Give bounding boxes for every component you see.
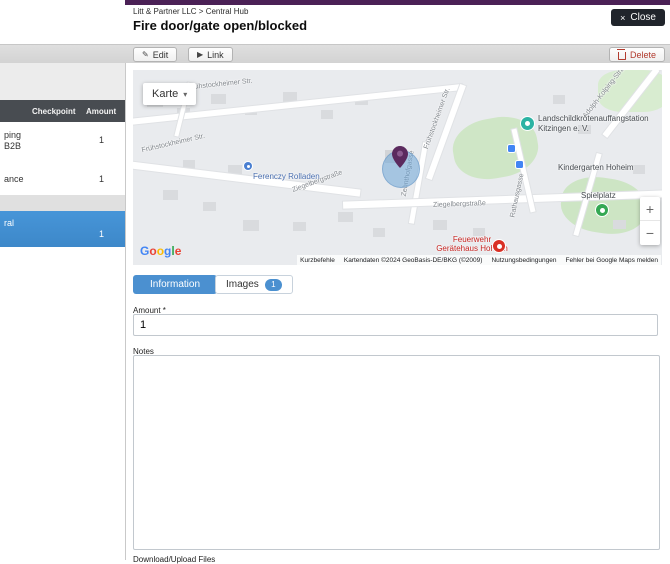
transit-stop-icon[interactable]: [516, 161, 523, 168]
app-accent-bar: [125, 0, 670, 5]
terms-link[interactable]: Nutzungsbedingungen: [491, 257, 556, 264]
transit-stop-icon[interactable]: [508, 145, 515, 152]
edit-label: Edit: [153, 50, 169, 60]
poi-label-business[interactable]: Ferenczy Rolladen: [253, 172, 320, 182]
sidebar-empty-area: [0, 247, 125, 560]
toolbar: ✎ Edit ▶ Link Delete: [0, 44, 670, 65]
zoom-out-button[interactable]: −: [640, 220, 660, 244]
close-label: Close: [630, 12, 656, 23]
map-pin-icon[interactable]: [392, 146, 408, 168]
google-letter: o: [149, 244, 156, 258]
tab-images-label: Images: [226, 279, 259, 290]
tab-information-label: Information: [150, 279, 200, 290]
google-logo[interactable]: Google: [140, 244, 181, 258]
link-label: Link: [207, 50, 224, 60]
google-letter: G: [140, 244, 149, 258]
fire-station-icon[interactable]: [493, 240, 505, 252]
map-type-button[interactable]: Karte ▾: [143, 83, 196, 105]
breadcrumb: Litt & Partner LLC > Central Hub: [133, 7, 248, 16]
delete-button[interactable]: Delete: [609, 47, 665, 62]
google-letter: o: [157, 244, 164, 258]
link-arrow-icon: ▶: [197, 50, 203, 59]
map-data-text: Kartendaten ©2024 GeoBasis-DE/BKG (©2009…: [344, 257, 483, 264]
row-label: ral: [4, 218, 14, 228]
checkpoint-row-selected[interactable]: ral 1: [0, 211, 125, 248]
trash-icon: [618, 52, 626, 60]
sidebar-section-divider: [0, 195, 125, 211]
amount-input[interactable]: [133, 314, 658, 336]
row-label: B2B: [4, 141, 21, 151]
chevron-down-icon: ▾: [183, 90, 187, 99]
detail-panel: Frühstockheimer Str. Frühstockheimer Str…: [126, 63, 670, 560]
pencil-icon: ✎: [142, 50, 149, 59]
google-letter: e: [175, 244, 182, 258]
column-amount: Amount: [86, 107, 116, 116]
poi-label-turtle-sanctuary[interactable]: Landschildkrötenauffangstation Kitzingen…: [538, 114, 662, 134]
tab-information[interactable]: Information: [133, 275, 217, 294]
link-button[interactable]: ▶ Link: [188, 47, 233, 62]
checkpoint-table-header: Checkpoint Amount: [0, 100, 125, 122]
map-type-label: Karte: [152, 88, 178, 100]
map-attribution: Kurzbefehle Kartendaten ©2024 GeoBasis-D…: [297, 255, 661, 265]
row-amount: 1: [99, 229, 104, 239]
row-amount: 1: [99, 174, 104, 184]
playground-icon[interactable]: [596, 204, 608, 216]
notes-textarea[interactable]: [133, 355, 660, 550]
page-title: Fire door/gate open/blocked: [133, 18, 307, 33]
column-checkpoint: Checkpoint: [32, 107, 76, 116]
row-label: ping: [4, 130, 21, 140]
checkpoint-row[interactable]: ance 1: [0, 163, 125, 196]
edit-button[interactable]: ✎ Edit: [133, 47, 177, 62]
business-icon[interactable]: [244, 162, 252, 170]
report-error-link[interactable]: Fehler bei Google Maps melden: [566, 257, 659, 264]
images-count-badge: 1: [265, 279, 282, 291]
checkpoint-sidebar: Checkpoint Amount ping B2B 1 ance 1 ral …: [0, 63, 126, 560]
zoom-control: + −: [640, 197, 660, 245]
close-button[interactable]: × Close: [611, 9, 665, 26]
row-amount: 1: [99, 135, 104, 145]
turtle-sanctuary-icon[interactable]: [521, 117, 534, 130]
keyboard-shortcuts-link[interactable]: Kurzbefehle: [300, 257, 335, 264]
zoom-in-button[interactable]: +: [640, 197, 660, 220]
close-icon: ×: [620, 13, 625, 23]
poi-label-kindergarten[interactable]: Kindergarten Hoheim: [558, 163, 634, 173]
delete-label: Delete: [630, 50, 656, 60]
tab-images[interactable]: Images 1: [215, 275, 293, 294]
map-canvas[interactable]: Frühstockheimer Str. Frühstockheimer Str…: [133, 70, 662, 265]
checkpoint-row[interactable]: ping B2B 1: [0, 122, 125, 164]
poi-label-playground[interactable]: Spielplatz: [581, 191, 616, 201]
row-label: ance: [4, 174, 24, 184]
